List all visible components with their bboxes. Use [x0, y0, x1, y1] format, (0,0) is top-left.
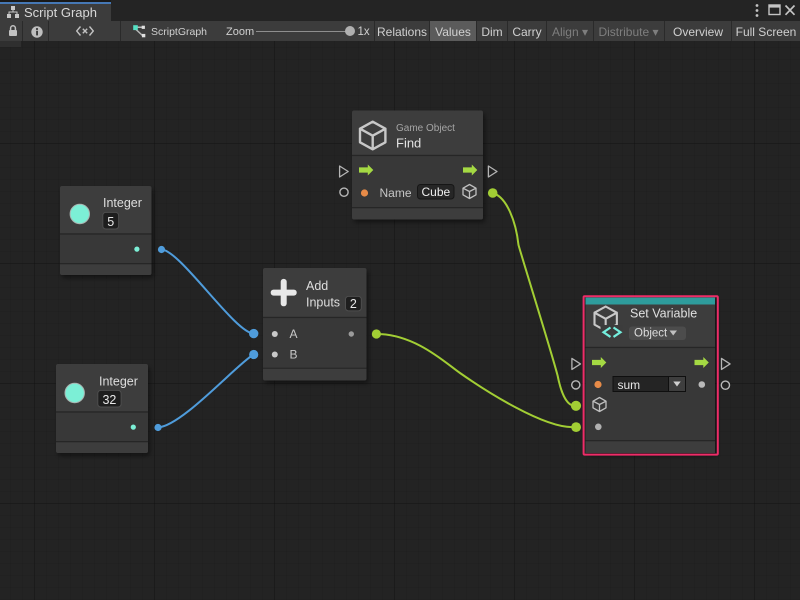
svg-text:32: 32 [102, 393, 116, 407]
svg-text:Integer: Integer [103, 196, 142, 210]
svg-text:Add: Add [306, 279, 328, 293]
svg-text:Integer: Integer [99, 375, 138, 389]
svg-text:A: A [290, 327, 298, 341]
svg-text:Find: Find [396, 136, 421, 151]
svg-text:Object: Object [634, 328, 668, 340]
svg-text:Set Variable: Set Variable [630, 307, 697, 321]
svg-text:B: B [290, 348, 298, 362]
svg-text:Game Object: Game Object [396, 123, 455, 134]
svg-text:Name: Name [380, 186, 412, 200]
svg-text:Cube: Cube [422, 185, 451, 199]
svg-text:sum: sum [618, 378, 641, 392]
svg-text:2: 2 [350, 297, 357, 311]
svg-text:5: 5 [107, 215, 114, 229]
svg-text:Inputs: Inputs [306, 296, 340, 310]
